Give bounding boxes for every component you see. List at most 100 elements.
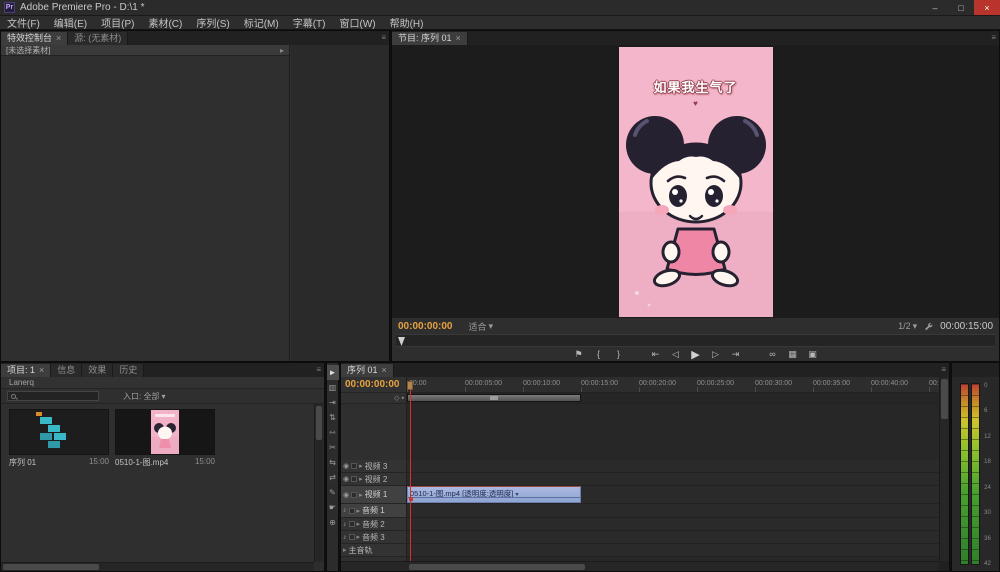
- filter-dropdown[interactable]: 入口: 全部 ▾: [123, 391, 165, 402]
- tab-sequence-01[interactable]: 序列 01 ×: [341, 364, 394, 377]
- tool-rate-stretch[interactable]: ⇿: [327, 425, 339, 440]
- work-area-track[interactable]: [407, 393, 939, 404]
- close-icon[interactable]: ×: [56, 34, 61, 43]
- master-track-lane[interactable]: [407, 544, 939, 557]
- menu-sequence[interactable]: 序列(S): [189, 16, 236, 29]
- panel-menu-icon[interactable]: ≡: [991, 34, 996, 42]
- scrollbar-thumb[interactable]: [409, 564, 585, 570]
- lock-icon[interactable]: [351, 476, 357, 482]
- audio-level-meter[interactable]: [960, 383, 980, 571]
- set-marker-icon[interactable]: ▪: [402, 395, 404, 402]
- speaker-icon[interactable]: ♪: [343, 507, 347, 514]
- tool-slide[interactable]: ⇄: [327, 470, 339, 485]
- tab-history[interactable]: 历史: [113, 364, 144, 377]
- video-track-3-header[interactable]: ◉ ▸ 视频 3: [341, 460, 407, 473]
- tab-project[interactable]: 项目: 1 ×: [1, 364, 51, 377]
- go-to-in-button[interactable]: ⇤: [650, 349, 661, 360]
- video-track-1-lane[interactable]: 0510-1-图.mp4 [透明度:透明度] ▾: [407, 486, 939, 504]
- menu-title[interactable]: 字幕(T): [286, 16, 333, 29]
- close-icon[interactable]: ×: [382, 366, 387, 375]
- timeline-view-toggle-icon[interactable]: ▸: [280, 46, 284, 55]
- tool-pen[interactable]: ✎: [327, 485, 339, 500]
- panel-menu-icon[interactable]: ≡: [941, 366, 946, 374]
- list-item-clip[interactable]: 0510-1-图.mp4 15:00: [115, 409, 215, 468]
- resolution-dropdown[interactable]: 1/2 ▾: [898, 321, 917, 332]
- scrollbar-thumb[interactable]: [316, 406, 322, 440]
- timeline-clip[interactable]: 0510-1-图.mp4 [透明度:透明度] ▾: [407, 486, 581, 503]
- tab-effect-controls[interactable]: 特效控制台 ×: [1, 32, 68, 45]
- master-track-header[interactable]: ▸ 主音轨: [341, 544, 407, 557]
- fit-dropdown[interactable]: 适合 ▾: [468, 320, 493, 333]
- timeline-horizontal-scrollbar[interactable]: [341, 561, 939, 571]
- audio-track-3-lane[interactable]: [407, 531, 939, 544]
- sequence-thumbnail[interactable]: [9, 409, 109, 455]
- timeline-vertical-scrollbar[interactable]: [939, 377, 949, 561]
- eye-icon[interactable]: ◉: [343, 462, 349, 470]
- speaker-icon[interactable]: ♪: [343, 534, 347, 541]
- playhead-handle[interactable]: [407, 381, 413, 390]
- chevron-right-icon[interactable]: ▸: [343, 546, 347, 554]
- video-track-2-lane[interactable]: [407, 473, 939, 486]
- timeline-current-timecode[interactable]: 00:00:00:00: [343, 379, 399, 390]
- audio-track-3-header[interactable]: ♪ ▸ 音频 3: [341, 531, 407, 544]
- tool-hand[interactable]: ☛: [327, 500, 339, 515]
- tool-ripple-edit[interactable]: ⇥: [327, 395, 339, 410]
- timeline-ruler[interactable]: 00:00 00:00:05:00 00:00:10:00 00:00:15:0…: [407, 377, 939, 393]
- go-to-out-button[interactable]: ⇥: [730, 349, 741, 360]
- snap-icon[interactable]: ◇: [394, 394, 399, 402]
- safe-margins-button[interactable]: ▦: [787, 349, 798, 360]
- step-forward-button[interactable]: ▷: [710, 349, 721, 360]
- eye-icon[interactable]: ◉: [343, 475, 349, 483]
- lock-icon[interactable]: [349, 521, 355, 527]
- project-vertical-scrollbar[interactable]: [314, 404, 323, 562]
- chevron-right-icon[interactable]: ▸: [359, 462, 363, 470]
- scrollbar-thumb[interactable]: [3, 564, 99, 570]
- loop-button[interactable]: ∞: [767, 349, 778, 359]
- chevron-right-icon[interactable]: ▸: [357, 533, 361, 541]
- tool-zoom[interactable]: ⊕: [327, 515, 339, 530]
- opacity-rubber-band[interactable]: [408, 497, 580, 498]
- list-item-sequence[interactable]: 序列 01 15:00: [9, 409, 109, 468]
- audio-track-1-header[interactable]: ♪ ▸ 音频 1: [341, 504, 407, 518]
- speaker-icon[interactable]: ♪: [343, 521, 347, 528]
- chevron-right-icon[interactable]: ▸: [359, 491, 363, 499]
- tool-track-select[interactable]: ▥: [327, 380, 339, 395]
- menu-file[interactable]: 文件(F): [0, 16, 47, 29]
- program-current-timecode[interactable]: 00:00:00:00: [398, 321, 452, 332]
- menu-marker[interactable]: 标记(M): [237, 16, 286, 29]
- lock-icon[interactable]: [349, 534, 355, 540]
- maximize-button[interactable]: □: [948, 0, 974, 15]
- program-scrubber[interactable]: [396, 334, 995, 347]
- menu-help[interactable]: 帮助(H): [383, 16, 431, 29]
- close-icon[interactable]: ×: [39, 366, 44, 375]
- scrubber-playhead[interactable]: [398, 337, 405, 346]
- clip-thumbnail[interactable]: [115, 409, 215, 455]
- export-frame-button[interactable]: ▣: [807, 349, 818, 360]
- menu-project[interactable]: 项目(P): [94, 16, 141, 29]
- tool-slip[interactable]: ⇆: [327, 455, 339, 470]
- tab-effects[interactable]: 效果: [82, 364, 113, 377]
- tool-rolling-edit[interactable]: ⇅: [327, 410, 339, 425]
- chevron-right-icon[interactable]: ▸: [357, 520, 361, 528]
- tab-info[interactable]: 信息: [51, 364, 82, 377]
- step-back-button[interactable]: ◁: [670, 349, 681, 360]
- lock-icon[interactable]: [351, 492, 357, 498]
- timeline-empty-area[interactable]: [407, 404, 939, 460]
- audio-track-2-header[interactable]: ♪ ▸ 音频 2: [341, 518, 407, 531]
- close-icon[interactable]: ×: [456, 34, 461, 43]
- chevron-right-icon[interactable]: ▸: [359, 475, 363, 483]
- tool-razor[interactable]: ✂: [327, 440, 339, 455]
- playhead-line[interactable]: [410, 390, 411, 561]
- minimize-button[interactable]: –: [922, 0, 948, 15]
- menu-edit[interactable]: 编辑(E): [47, 16, 94, 29]
- work-area-bar[interactable]: [407, 394, 581, 402]
- video-track-1-header[interactable]: ◉ ▸ 视频 1: [341, 486, 407, 504]
- close-button[interactable]: ×: [974, 0, 1000, 15]
- panel-menu-icon[interactable]: ≡: [316, 366, 321, 374]
- add-marker-button[interactable]: ⚑: [573, 349, 584, 360]
- panel-menu-icon[interactable]: ≡: [381, 34, 386, 42]
- project-horizontal-scrollbar[interactable]: [1, 562, 314, 571]
- settings-wrench-icon[interactable]: [924, 322, 933, 331]
- menu-window[interactable]: 窗口(W): [332, 16, 382, 29]
- menu-clip[interactable]: 素材(C): [141, 16, 189, 29]
